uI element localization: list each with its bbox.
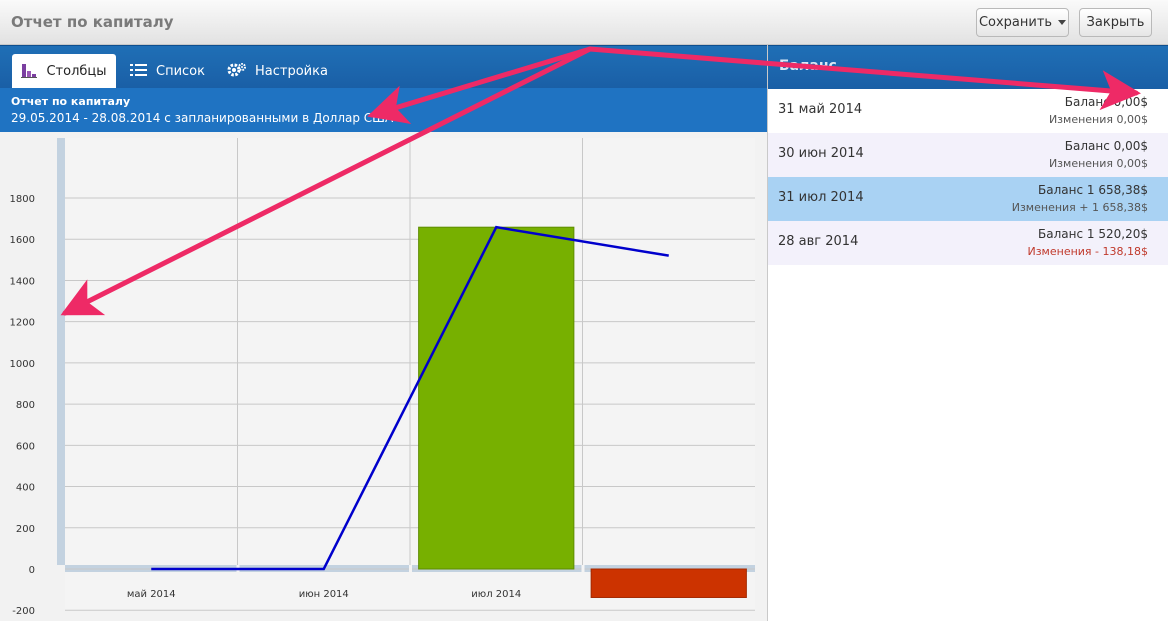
capital-chart: -200 0 200 400 600 800 1000 1200 1400 1600 1800 май… — [0, 132, 767, 621]
balance-row[interactable]: 31 май 2014 Баланс 0,00$ Изменения 0,00$ — [768, 89, 1168, 133]
window-title: Отчет по капиталу — [11, 13, 174, 31]
tab-columns-label: Столбцы — [46, 64, 107, 79]
bar-positive — [418, 226, 575, 570]
x-tick-label: май 2014 — [127, 589, 176, 600]
chevron-down-icon — [1058, 20, 1067, 25]
close-button[interactable]: Закрыть — [1079, 8, 1152, 37]
save-button[interactable]: Сохранить — [976, 8, 1069, 37]
balance-panel-header: Баланс — [768, 45, 1168, 89]
report-period: 29.05.2014 - 28.08.2014 с запланированны… — [11, 111, 394, 125]
y-tick-label: 1600 — [10, 235, 35, 246]
tab-bar: Столбцы Список Настройка — [0, 45, 767, 89]
tab-columns[interactable]: Столбцы — [12, 54, 116, 89]
balance-row[interactable]: 31 июл 2014 Баланс 1 658,38$ Изменения + 1… — [768, 177, 1168, 221]
title-bar: Отчет по капиталу Сохранить Закрыть — [0, 0, 1168, 45]
close-button-label: Закрыть — [1086, 15, 1145, 30]
x-tick-label: июл 2014 — [471, 589, 521, 600]
chart-svg: -200 0 200 400 600 800 1000 1200 1400 1600 1800 май… — [10, 138, 755, 617]
x-tick-label: июн 2014 — [299, 589, 349, 600]
balance-row-change: Изменения 0,00$ — [1048, 113, 1148, 126]
balance-row-balance: Баланс 0,00$ — [1064, 95, 1148, 109]
x-axis-band-gap — [581, 565, 585, 572]
y-tick-label: 1000 — [10, 359, 35, 370]
y-tick-label: 0 — [29, 565, 35, 576]
balance-row[interactable]: 28 авг 2014 Баланс 1 520,20$ Изменения - 1… — [768, 221, 1168, 265]
save-button-label: Сохранить — [978, 15, 1053, 30]
balance-row-balance: Баланс 1 520,20$ — [1038, 227, 1148, 241]
y-tick-label: 200 — [16, 524, 35, 535]
bar-chart-icon — [21, 62, 38, 82]
balance-row-balance: Баланс 1 658,38$ — [1038, 183, 1148, 197]
balance-row-date: 28 авг 2014 — [778, 234, 859, 249]
balance-row-date: 30 июн 2014 — [778, 146, 864, 161]
y-tick-label: 1200 — [10, 318, 35, 329]
balance-row-date: 31 май 2014 — [778, 102, 863, 117]
tab-list-label: Список — [156, 64, 205, 79]
balance-row-date: 31 июл 2014 — [778, 190, 864, 205]
y-tick-label: -200 — [12, 606, 35, 617]
tab-settings-label: Настройка — [255, 64, 328, 79]
tab-list[interactable]: Список — [130, 54, 205, 89]
x-axis-band-gap — [409, 565, 412, 572]
balance-row-change: Изменения + 1 658,38$ — [1011, 201, 1148, 214]
y-axis-band — [57, 138, 65, 565]
balance-panel: Баланс 31 май 2014 Баланс 0,00$ Изменения … — [768, 45, 1168, 621]
chart-pane: Столбцы Список Настройка Отчет по капита… — [0, 45, 767, 621]
balance-row-balance: Баланс 0,00$ — [1064, 139, 1148, 153]
report-header: Отчет по капиталу 29.05.2014 - 28.08.201… — [0, 88, 767, 132]
balance-panel-title: Баланс — [779, 58, 837, 74]
y-tick-label: 1400 — [10, 276, 35, 287]
list-icon — [130, 63, 147, 81]
balance-row[interactable]: 30 июн 2014 Баланс 0,00$ Изменения 0,00$ — [768, 133, 1168, 177]
balance-row-change: Изменения 0,00$ — [1048, 157, 1148, 170]
report-title: Отчет по капиталу — [11, 95, 131, 108]
bar-negative — [590, 568, 747, 598]
y-tick-label: 400 — [16, 483, 35, 494]
tab-settings[interactable]: Настройка — [227, 54, 328, 89]
y-tick-label: 600 — [16, 441, 35, 452]
gears-icon — [227, 62, 246, 82]
balance-row-change: Изменения - 138,18$ — [1027, 245, 1148, 258]
y-tick-label: 800 — [16, 400, 35, 411]
y-tick-label: 1800 — [10, 194, 35, 205]
